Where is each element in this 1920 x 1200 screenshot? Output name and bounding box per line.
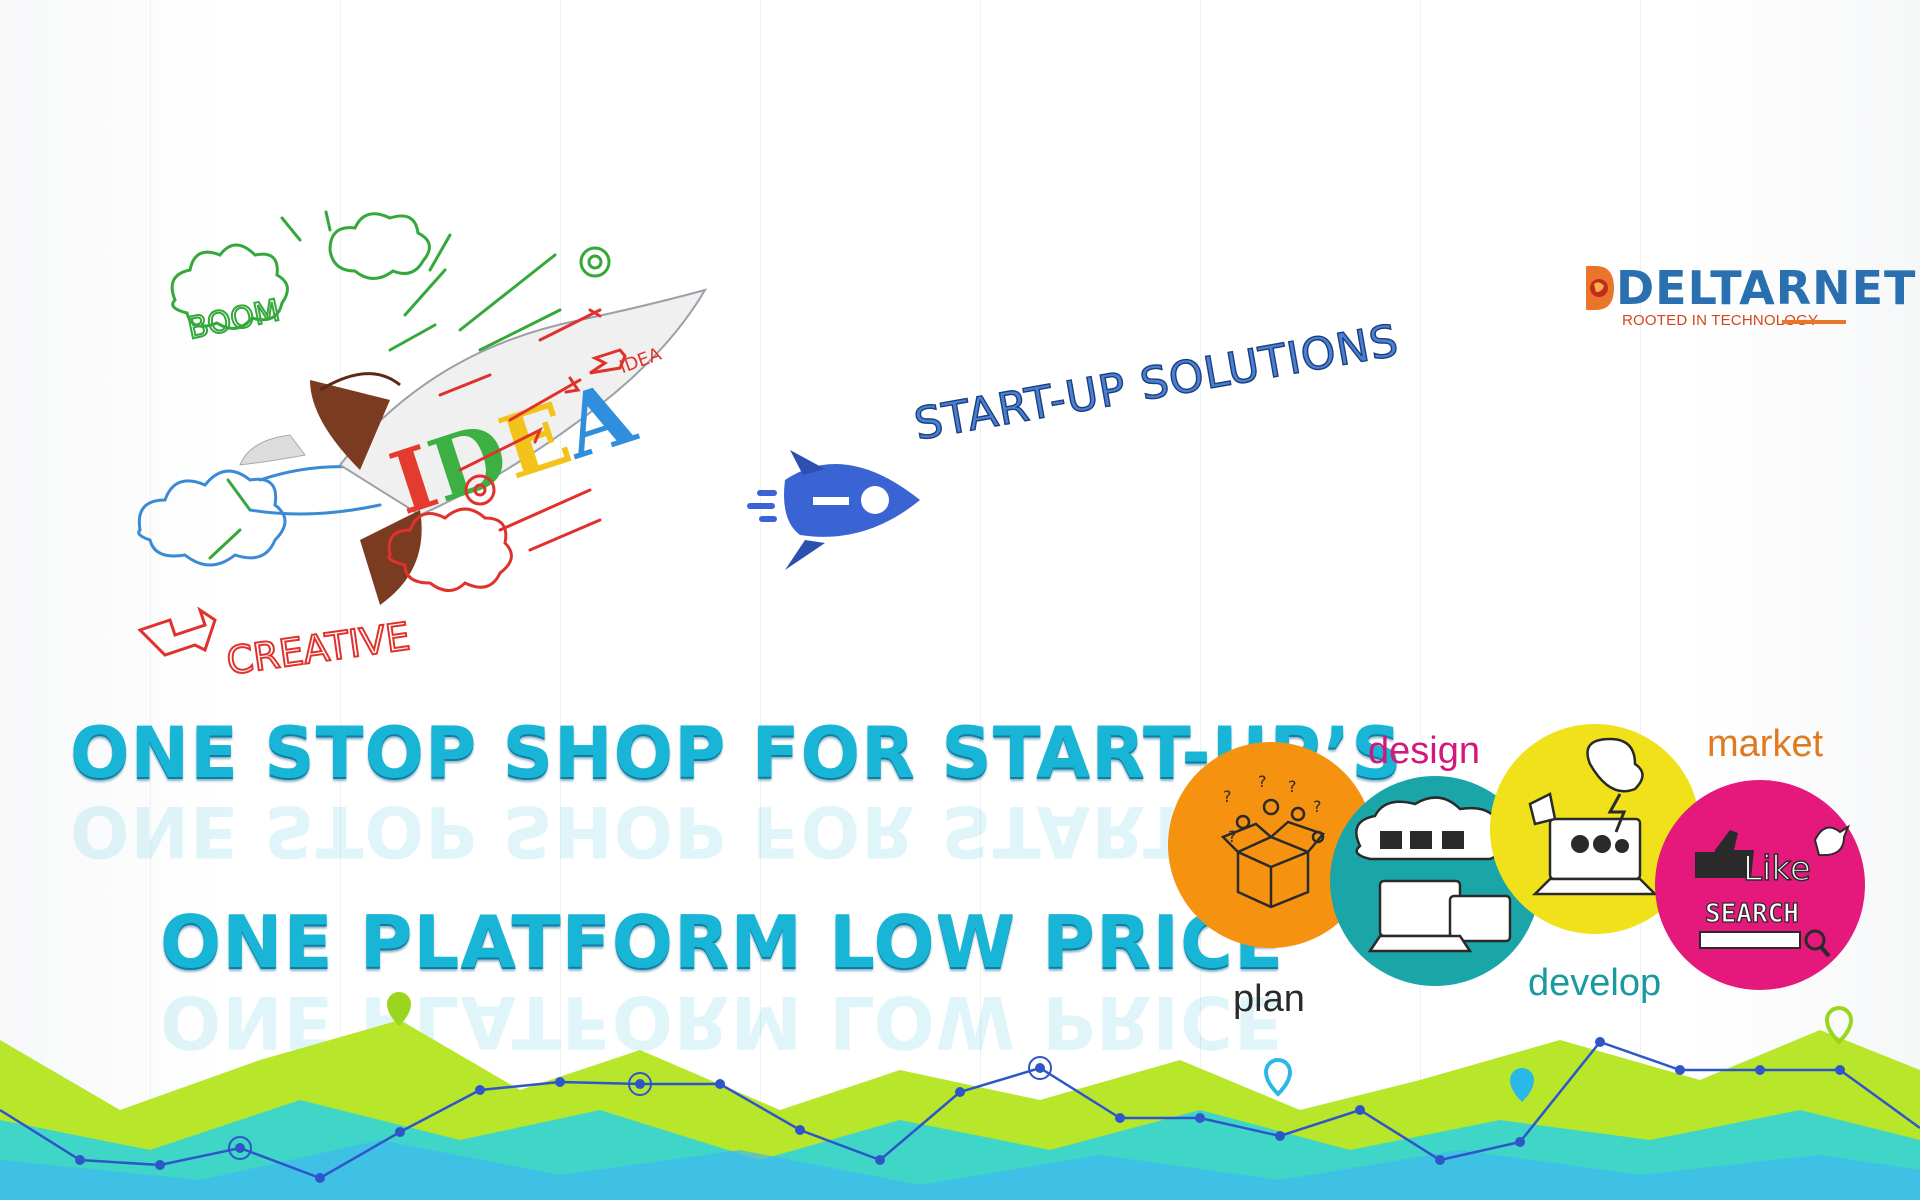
logo-underline <box>1782 320 1846 324</box>
like-word: Like <box>1743 849 1811 889</box>
headline-one-platform: ONE PLATFORM LOW PRICE <box>160 900 1285 984</box>
map-pin-icon <box>1824 1006 1854 1045</box>
step-label-market: market <box>1707 723 1824 765</box>
svg-text:?: ? <box>1313 797 1322 816</box>
like-search-icon: Like SEARCH <box>1695 824 1851 958</box>
map-pin-icon <box>1263 1058 1293 1097</box>
decorative-wave-graph <box>0 1020 1920 1200</box>
delta-globe-icon <box>1586 266 1614 310</box>
map-pin-icon <box>387 992 411 1026</box>
step-label-design: design <box>1368 730 1480 772</box>
logo-wordmark: DELTARNET <box>1616 261 1917 315</box>
svg-text:?: ? <box>1288 777 1297 796</box>
deltarnet-logo: DELTARNET ROOTED IN TECHNOLOGY <box>1582 258 1915 338</box>
sketch-word-boom: BOOM <box>185 293 283 347</box>
map-pin-icon <box>1510 1068 1534 1102</box>
svg-text:?: ? <box>1223 787 1232 806</box>
svg-text:?: ? <box>1228 827 1237 846</box>
sketch-word-creative: CREATIVE <box>224 614 413 680</box>
search-word: SEARCH <box>1705 899 1799 929</box>
rocket-icon <box>747 450 920 570</box>
step-label-develop: develop <box>1528 962 1662 1004</box>
svg-text:?: ? <box>1258 772 1267 791</box>
startup-solutions-title: START-UP SOLUTIONS <box>910 314 1404 451</box>
step-market-circle: Like SEARCH <box>1655 780 1865 990</box>
banner-canvas: BOOM IDEA IDEA CREATIVE START-UP SOLUTIO… <box>0 0 1920 1200</box>
idea-rocket-illustration: BOOM IDEA IDEA CREATIVE <box>137 210 708 680</box>
